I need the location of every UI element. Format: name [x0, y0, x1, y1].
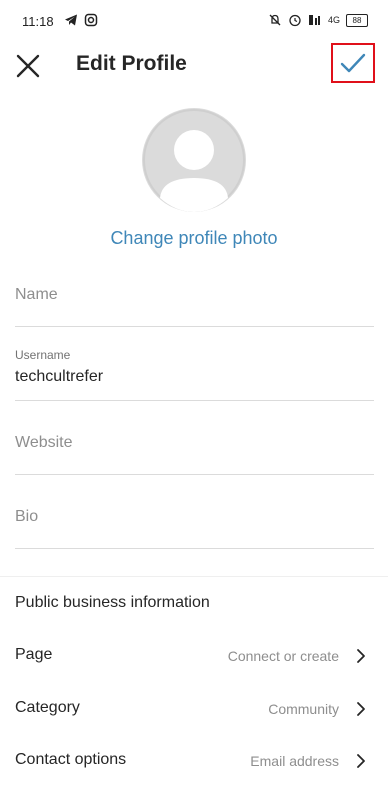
status-time: 11:18 [22, 14, 54, 29]
row-label: Category [15, 699, 80, 716]
name-field[interactable]: Name [15, 272, 374, 327]
header: Edit Profile [0, 42, 388, 88]
section-divider [0, 576, 388, 577]
category-row[interactable]: Category Community [0, 689, 388, 729]
status-bar: 11:18 4G 88 [0, 0, 388, 42]
alarm-icon [289, 14, 301, 27]
row-label: Contact options [15, 751, 127, 768]
page-row[interactable]: Page Connect or create [0, 636, 388, 676]
chevron-right-icon [357, 649, 365, 663]
close-button[interactable] [12, 50, 44, 82]
status-left-icons [64, 13, 98, 27]
bio-placeholder: Bio [15, 508, 39, 525]
website-placeholder: Website [15, 434, 73, 451]
username-field[interactable]: Username techcultrefer [15, 348, 374, 401]
row-value: Community [268, 701, 339, 717]
website-field[interactable]: Website [15, 420, 374, 475]
telegram-icon [65, 14, 77, 26]
chevron-right-icon [357, 702, 365, 716]
avatar[interactable] [142, 108, 246, 212]
battery-icon: 88 [346, 13, 368, 27]
row-value: Email address [250, 753, 339, 769]
battery-level: 88 [352, 15, 362, 25]
volte-icon [308, 15, 320, 25]
row-value: Connect or create [227, 648, 339, 664]
close-icon [16, 54, 40, 78]
name-placeholder: Name [15, 286, 58, 303]
check-icon [340, 53, 366, 73]
status-right-icons: 4G 88 [268, 13, 368, 27]
network-label: 4G [327, 15, 340, 25]
mute-icon [269, 14, 281, 26]
change-photo-link[interactable]: Change profile photo [0, 228, 388, 249]
default-avatar-icon [143, 109, 245, 212]
done-button[interactable] [331, 43, 375, 83]
row-label: Page [15, 646, 53, 663]
instagram-icon [84, 13, 98, 27]
page-title: Edit Profile [76, 52, 187, 75]
username-label: Username [15, 348, 71, 362]
username-value: techcultrefer [15, 368, 104, 385]
contact-options-row[interactable]: Contact options Email address [0, 741, 388, 781]
chevron-right-icon [357, 754, 365, 768]
bio-field[interactable]: Bio [15, 494, 374, 549]
business-info-header: Public business information [15, 594, 210, 611]
signal-4g-icon: 4G [328, 15, 340, 25]
